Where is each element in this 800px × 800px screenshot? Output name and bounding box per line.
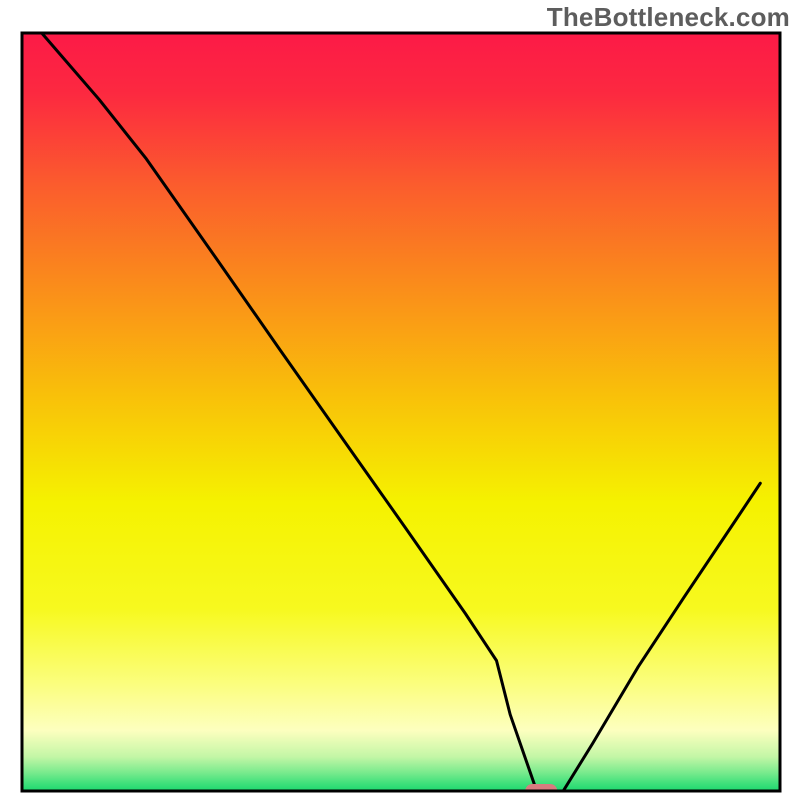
chart-stage: TheBottleneck.com — [0, 0, 800, 800]
bottleneck-chart — [0, 0, 800, 800]
